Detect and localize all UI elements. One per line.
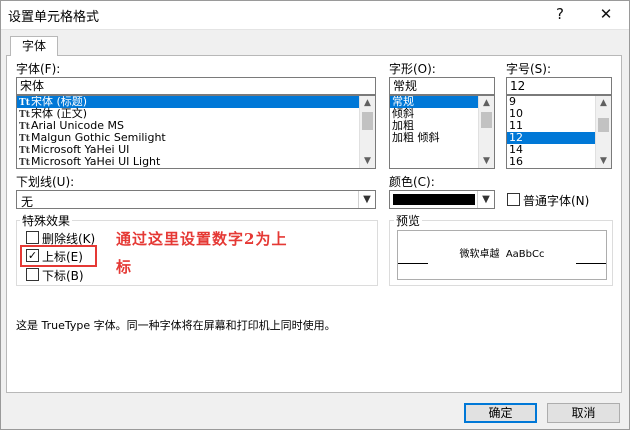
style-list-scrollbar[interactable]: ▲ ▼ bbox=[478, 96, 494, 168]
font-list-item[interactable]: TtMicrosoft YaHei UI Light bbox=[17, 155, 375, 169]
style-input[interactable]: 常规 bbox=[389, 77, 495, 95]
color-label: 颜色(C): bbox=[389, 175, 435, 189]
underline-value: 无 bbox=[21, 195, 34, 209]
size-input[interactable]: 12 bbox=[506, 77, 612, 95]
info-text: 这是 TrueType 字体。同一种字体将在屏幕和打印机上同时使用。 bbox=[16, 319, 336, 332]
font-input[interactable]: 宋体 bbox=[16, 77, 376, 95]
size-list[interactable]: 9 10 11 12 14 16 ▲ ▼ bbox=[506, 95, 612, 169]
scroll-down-icon[interactable]: ▼ bbox=[596, 154, 611, 168]
underline-label: 下划线(U): bbox=[16, 175, 75, 189]
strikethrough-checkbox[interactable] bbox=[26, 231, 39, 244]
scroll-thumb[interactable] bbox=[362, 112, 373, 130]
superscript-checkbox[interactable]: ✓ bbox=[26, 249, 39, 262]
chevron-down-icon[interactable]: ▼ bbox=[358, 191, 375, 208]
ok-button[interactable]: 确定 bbox=[464, 403, 537, 423]
font-list-item-label: Microsoft YaHei UI Light bbox=[31, 155, 161, 168]
effects-label: 特殊效果 bbox=[20, 212, 73, 229]
preview-baseline-left bbox=[398, 263, 428, 264]
title-bar: 设置单元格格式 ? ✕ bbox=[0, 0, 630, 30]
scroll-up-icon[interactable]: ▲ bbox=[360, 96, 375, 110]
color-swatch bbox=[393, 194, 475, 205]
style-list[interactable]: 常规 倾斜 加粗 加粗 倾斜 ▲ ▼ bbox=[389, 95, 495, 169]
chevron-down-icon[interactable]: ▼ bbox=[477, 191, 494, 208]
subscript-checkbox[interactable] bbox=[26, 268, 39, 281]
underline-select[interactable]: 无 ▼ bbox=[16, 190, 376, 209]
help-button[interactable]: ? bbox=[546, 2, 574, 26]
scroll-up-icon[interactable]: ▲ bbox=[596, 96, 611, 110]
style-list-item-label: 加粗 倾斜 bbox=[392, 131, 440, 144]
cancel-button[interactable]: 取消 bbox=[547, 403, 620, 423]
annotation-text: 通过这里设置数字2为上 标 bbox=[116, 225, 371, 281]
font-label: 字体(F): bbox=[16, 62, 61, 76]
style-label: 字形(O): bbox=[389, 62, 436, 76]
annotation-line2: 标 bbox=[116, 258, 133, 276]
scroll-thumb[interactable] bbox=[481, 112, 492, 128]
preview-baseline-right bbox=[576, 263, 606, 264]
size-label: 字号(S): bbox=[506, 62, 552, 76]
size-list-item-label: 16 bbox=[509, 155, 523, 168]
normal-font-label[interactable]: 普通字体(N) bbox=[523, 192, 589, 209]
tab-font[interactable]: 字体 bbox=[10, 36, 58, 56]
annotation-line1: 通过这里设置数字2为上 bbox=[116, 230, 288, 248]
subscript-label[interactable]: 下标(B) bbox=[42, 267, 84, 284]
scroll-down-icon[interactable]: ▼ bbox=[479, 154, 494, 168]
color-select[interactable]: ▼ bbox=[389, 190, 495, 209]
font-list-scrollbar[interactable]: ▲ ▼ bbox=[359, 96, 375, 168]
preview-label: 预览 bbox=[394, 212, 423, 229]
preview-box: 微软卓越 AaBbCc bbox=[397, 230, 607, 280]
truetype-font-icon: Tt bbox=[19, 158, 30, 168]
scroll-down-icon[interactable]: ▼ bbox=[360, 154, 375, 168]
size-list-scrollbar[interactable]: ▲ ▼ bbox=[595, 96, 611, 168]
window-title: 设置单元格格式 bbox=[8, 10, 100, 25]
font-list[interactable]: Tt宋体 (标题) Tt宋体 (正文) TtArial Unicode MS TtMa… bbox=[16, 95, 376, 169]
normal-font-checkbox[interactable] bbox=[507, 193, 520, 206]
scroll-thumb[interactable] bbox=[598, 118, 609, 132]
superscript-label[interactable]: 上标(E) bbox=[42, 248, 83, 265]
preview-sample: 微软卓越 AaBbCc bbox=[459, 249, 545, 260]
close-icon[interactable]: ✕ bbox=[592, 2, 620, 26]
scroll-up-icon[interactable]: ▲ bbox=[479, 96, 494, 110]
